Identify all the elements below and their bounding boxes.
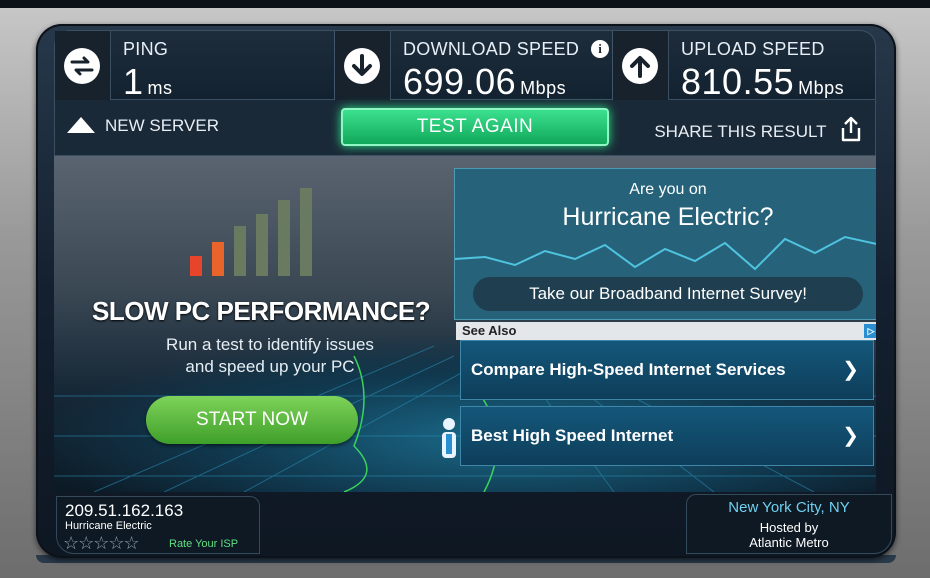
share-icon — [841, 116, 861, 142]
signal-bar — [256, 214, 268, 276]
signal-bar — [278, 200, 290, 276]
ad-title: SLOW PC PERFORMANCE? — [92, 296, 431, 326]
ping-arrows-icon — [64, 48, 100, 84]
ping-label: PING — [123, 39, 169, 59]
share-label: SHARE THIS RESULT — [654, 122, 827, 141]
adchoices-icon[interactable]: ▷ — [864, 324, 876, 338]
new-server-label: NEW SERVER — [105, 116, 219, 135]
new-server-button[interactable]: NEW SERVER — [67, 116, 219, 136]
rating-stars[interactable]: ☆☆☆☆☆ — [63, 533, 140, 554]
test-again-button[interactable]: TEST AGAIN — [341, 108, 609, 146]
ad-subtitle-line: Run a test to identify issues — [166, 335, 374, 354]
rate-isp-link[interactable]: Rate Your ISP — [169, 538, 238, 550]
survey-isp-name: Hurricane Electric? — [562, 203, 774, 231]
ping-unit: ms — [147, 78, 173, 98]
action-bar: NEW SERVER TEST AGAIN SHARE THIS RESULT — [54, 100, 876, 156]
client-info: 209.51.162.163 Hurricane Electric ☆☆☆☆☆ … — [56, 496, 260, 554]
upload-label: UPLOAD SPEED — [681, 39, 825, 59]
signal-bar — [212, 242, 224, 276]
server-location[interactable]: New York City, NY — [687, 499, 891, 516]
isp-survey-ad[interactable]: Are you on Hurricane Electric? Take our … — [454, 168, 876, 320]
triangle-icon — [67, 117, 95, 133]
ad-subtitle: Run a test to identify issues and speed u… — [140, 334, 400, 378]
info-icon[interactable]: i — [591, 40, 609, 58]
client-isp: Hurricane Electric — [65, 520, 152, 532]
hosted-by-label: Hosted by — [759, 520, 819, 535]
ping-icon-box — [55, 31, 111, 101]
see-also-header: See Also ▷ — [456, 322, 876, 340]
download-number: 699.06 — [403, 61, 517, 102]
chevron-right-icon: ❯ — [842, 425, 859, 447]
see-also-link[interactable]: Best High Speed Internet ❯ — [460, 406, 874, 466]
ping-value: 1 ms — [123, 61, 173, 103]
share-result-button[interactable]: SHARE THIS RESULT — [654, 116, 863, 142]
upload-number: 810.55 — [681, 61, 795, 102]
server-info: New York City, NY Hosted by Atlantic Met… — [686, 494, 892, 554]
pc-performance-ad: SLOW PC PERFORMANCE? Run a test to ident… — [54, 156, 454, 492]
ping-number: 1 — [123, 61, 144, 102]
signal-bar — [234, 226, 246, 276]
ping-stat: PING 1 ms — [55, 31, 335, 103]
see-also-link[interactable]: Compare High-Speed Internet Services ❯ — [460, 340, 874, 400]
download-arrow-icon — [344, 48, 380, 84]
see-also-label: See Also — [462, 323, 517, 338]
client-ip: 209.51.162.163 — [65, 501, 184, 520]
location-pin-icon — [442, 418, 456, 458]
survey-button[interactable]: Take our Broadband Internet Survey! — [473, 277, 863, 311]
download-unit: Mbps — [520, 78, 567, 98]
link-text: Best High Speed Internet — [471, 426, 674, 445]
download-value: 699.06 Mbps — [403, 61, 566, 103]
upload-unit: Mbps — [798, 78, 845, 98]
host-name: Atlantic Metro — [749, 535, 829, 550]
survey-question: Are you on — [629, 181, 707, 198]
signal-bar — [190, 256, 202, 276]
upload-icon-box — [613, 31, 669, 101]
link-text: Compare High-Speed Internet Services — [471, 360, 786, 379]
download-stat: DOWNLOAD SPEED 699.06 Mbps i — [335, 31, 613, 103]
upload-value: 810.55 Mbps — [681, 61, 844, 103]
top-strip — [0, 0, 930, 8]
download-label: DOWNLOAD SPEED — [403, 39, 580, 59]
results-bar: PING 1 ms DOWNLOAD SPEED 699.06 Mbps i UPL… — [54, 30, 876, 103]
signal-bar — [300, 188, 312, 276]
ad-subtitle-line: and speed up your PC — [185, 357, 355, 376]
upload-arrow-icon — [622, 48, 658, 84]
main-area: SLOW PC PERFORMANCE? Run a test to ident… — [54, 156, 876, 492]
download-icon-box — [335, 31, 391, 101]
chevron-right-icon: ❯ — [842, 359, 859, 381]
start-now-button[interactable]: START NOW — [146, 396, 358, 444]
upload-stat: UPLOAD SPEED 810.55 Mbps — [613, 31, 875, 103]
